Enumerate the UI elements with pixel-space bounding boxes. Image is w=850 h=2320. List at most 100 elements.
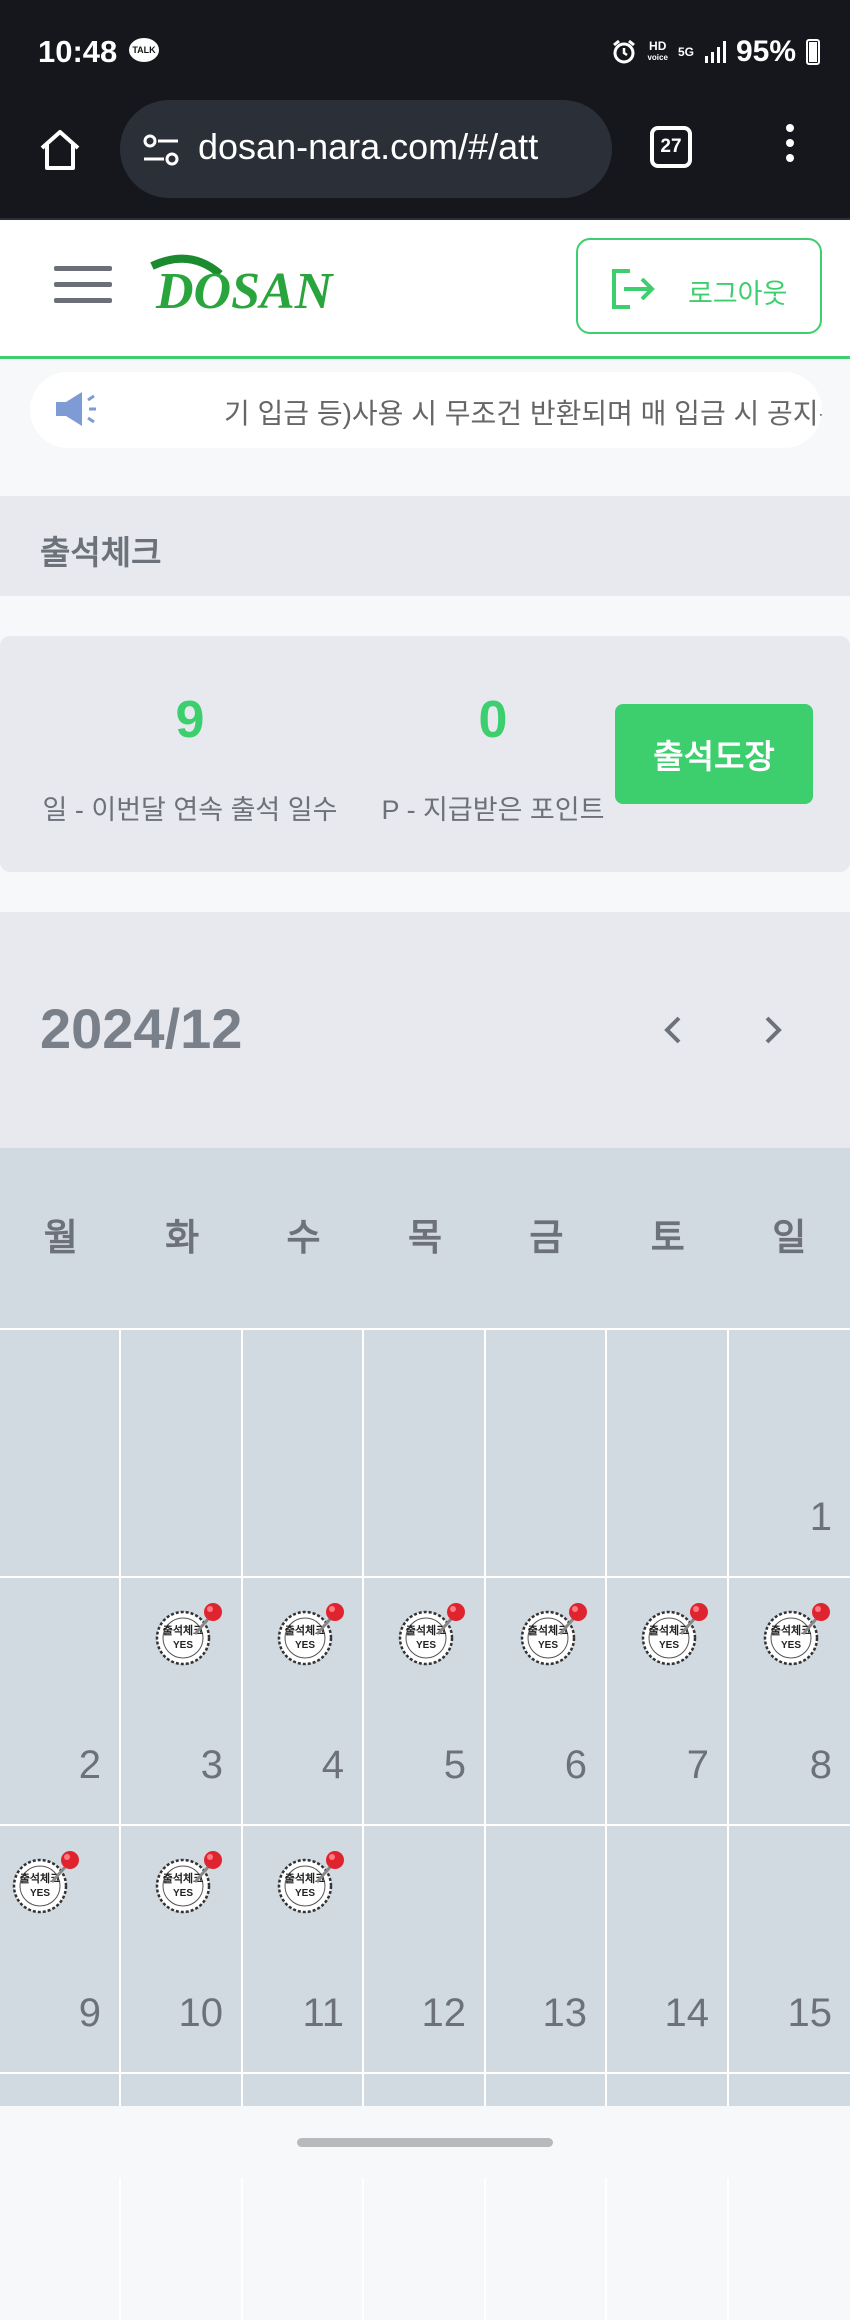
- calendar-day-number: 14: [664, 1991, 710, 2035]
- address-bar[interactable]: dosan-nara.com/#/att: [120, 100, 612, 198]
- calendar-day-cell[interactable]: 출석체크 YES 8: [729, 1576, 850, 1824]
- calendar-day-number: 7: [686, 1743, 709, 1787]
- attend-stamp-button[interactable]: 출석도장: [615, 704, 813, 804]
- calendar-day-cell[interactable]: [121, 1328, 243, 1576]
- megaphone-icon: [56, 392, 96, 426]
- logout-icon: [612, 269, 655, 309]
- svg-text:DOSAN: DOSAN: [155, 263, 335, 320]
- calendar-day-number: 11: [302, 1991, 344, 2035]
- calendar-day-cell[interactable]: 출석체크 YES 3: [121, 1576, 243, 1824]
- notice-text: 기 입금 등)사용 시 무조건 반환되며 매 입금 시 공지된: [224, 398, 822, 429]
- calendar-day-cell[interactable]: 출석체크 YES 11: [243, 1824, 364, 2072]
- calendar-day-number: 12: [421, 1991, 467, 2035]
- browser-menu-icon[interactable]: [780, 124, 800, 174]
- svg-text:YES: YES: [781, 1640, 801, 1651]
- svg-text:YES: YES: [538, 1640, 558, 1651]
- weekday-thu: 목: [407, 1217, 442, 1258]
- home-icon[interactable]: [36, 126, 84, 174]
- notice-ticker[interactable]: 기 입금 등)사용 시 무조건 반환되며 매 입금 시 공지된: [30, 372, 822, 448]
- weekday-sun: 일: [772, 1217, 807, 1258]
- chevron-right-icon[interactable]: [752, 1010, 792, 1050]
- calendar-day-number: 10: [178, 1991, 224, 2035]
- calendar-day-cell[interactable]: 출석체크 YES 4: [243, 1576, 364, 1824]
- calendar-day-number: 9: [78, 1991, 101, 2035]
- calendar-day-cell[interactable]: 2: [0, 1576, 121, 1824]
- gesture-bar: [0, 2106, 850, 2178]
- calendar-day-number: 2: [78, 1743, 101, 1787]
- calendar-day-number: 8: [809, 1743, 832, 1787]
- calendar-month: 2024/12: [40, 997, 243, 1060]
- calendar-day-number: 1: [809, 1495, 832, 1539]
- calendar-day-cell[interactable]: 12: [364, 1824, 486, 2072]
- svg-text:YES: YES: [173, 1888, 193, 1899]
- calendar-day-cell[interactable]: [486, 1328, 607, 1576]
- chevron-left-icon[interactable]: [654, 1010, 694, 1050]
- calendar-header: 2024/12: [0, 912, 850, 1148]
- svg-text:YES: YES: [295, 1888, 315, 1899]
- hd-voice-icon: HD voice: [647, 39, 668, 62]
- attendance-stamp-icon: 출석체크YES: [641, 1603, 708, 1666]
- calendar-day-number: 13: [542, 1991, 588, 2035]
- calendar-day-number: 15: [787, 1991, 833, 2035]
- battery-icon: [806, 39, 820, 65]
- calendar-grid: 1 2 출석체크 YES 3 출석체크 YES 4 출석체크 YES 5 출석체크 YES 6 출석체크 YE…: [0, 1328, 850, 2320]
- attendance-stamp-icon: 출석체크YES: [155, 1851, 222, 1914]
- battery-percent: 95%: [735, 35, 796, 68]
- browser-toolbar: dosan-nara.com/#/att 27: [0, 100, 850, 220]
- weekday-wed: 수: [286, 1217, 321, 1258]
- page-title: 출석체크: [40, 534, 162, 571]
- site-settings-icon[interactable]: [140, 130, 182, 170]
- calendar-day-number: 5: [443, 1743, 466, 1787]
- calendar-day-cell[interactable]: 1: [729, 1328, 850, 1576]
- attendance-stats: 9 일 - 이번달 연속 출석 일수 0 P - 지급받은 포인트 출석도장: [0, 636, 850, 872]
- calendar-day-cell[interactable]: 14: [607, 1824, 729, 2072]
- status-bar: 10:48 TALK HD voice 5G 95%: [0, 0, 850, 100]
- calendar-day-cell[interactable]: 출석체크 YES 10: [121, 1824, 243, 2072]
- attendance-stamp-icon: 출석체크YES: [277, 1851, 344, 1914]
- calendar-day-cell[interactable]: [364, 1328, 486, 1576]
- calendar-day-cell[interactable]: 출석체크 YES 5: [364, 1576, 486, 1824]
- network-5g-icon: 5G: [677, 45, 694, 59]
- calendar-day-cell[interactable]: 출석체크 YES 7: [607, 1576, 729, 1824]
- logout-button[interactable]: 로그아웃: [576, 238, 822, 334]
- calendar-day-cell[interactable]: [607, 1328, 729, 1576]
- alarm-icon: [613, 39, 636, 64]
- hamburger-menu-icon[interactable]: [54, 266, 112, 306]
- calendar-day-cell[interactable]: 13: [486, 1824, 607, 2072]
- svg-text:YES: YES: [416, 1640, 436, 1651]
- svg-text:YES: YES: [30, 1888, 50, 1899]
- logout-label: 로그아웃: [688, 279, 788, 309]
- consecutive-days-stat: 9 일 - 이번달 연속 출석 일수: [40, 692, 340, 827]
- home-indicator[interactable]: [297, 2138, 553, 2147]
- signal-icon: [704, 41, 726, 63]
- points-stat: 0 P - 지급받은 포인트: [374, 692, 612, 827]
- page-title-bar: 출석체크: [0, 496, 850, 596]
- attendance-stamp-icon: 출석체크YES: [520, 1603, 587, 1666]
- calendar-day-number: 6: [564, 1743, 587, 1787]
- calendar-day-cell[interactable]: 출석체크 YES 9: [0, 1824, 121, 2072]
- points-value: 0: [478, 691, 508, 749]
- weekday-header: 월 화 수 목 금 토 일: [0, 1148, 850, 1328]
- attendance-stamp-icon: 출석체크YES: [398, 1603, 465, 1666]
- calendar-day-cell[interactable]: 15: [729, 1824, 850, 2072]
- calendar-day-cell[interactable]: [0, 1328, 121, 1576]
- calendar-day-cell[interactable]: 출석체크 YES 6: [486, 1576, 607, 1824]
- dosan-logo[interactable]: DOSAN: [150, 246, 350, 326]
- consecutive-days-value: 9: [175, 691, 205, 749]
- status-icons: HD voice 5G 95%: [611, 34, 820, 70]
- status-time: 10:48: [38, 34, 118, 69]
- weekday-tue: 화: [165, 1217, 200, 1258]
- attendance-stamp-icon: 출석체크YES: [763, 1603, 830, 1666]
- site-header: DOSAN 로그아웃: [0, 220, 850, 359]
- svg-text:YES: YES: [659, 1640, 679, 1651]
- calendar-day-cell[interactable]: [243, 1328, 364, 1576]
- url-text[interactable]: dosan-nara.com/#/att: [198, 126, 598, 168]
- svg-text:YES: YES: [173, 1640, 193, 1651]
- points-label: P - 지급받은 포인트: [381, 795, 605, 825]
- kakaotalk-notification-icon: TALK: [129, 38, 159, 62]
- svg-text:YES: YES: [295, 1640, 315, 1651]
- calendar-day-number: 4: [321, 1743, 344, 1787]
- attendance-stamp-icon: 출석체크YES: [277, 1603, 344, 1666]
- consecutive-days-label: 일 - 이번달 연속 출석 일수: [42, 795, 338, 825]
- tab-switcher-button[interactable]: 27: [650, 126, 692, 168]
